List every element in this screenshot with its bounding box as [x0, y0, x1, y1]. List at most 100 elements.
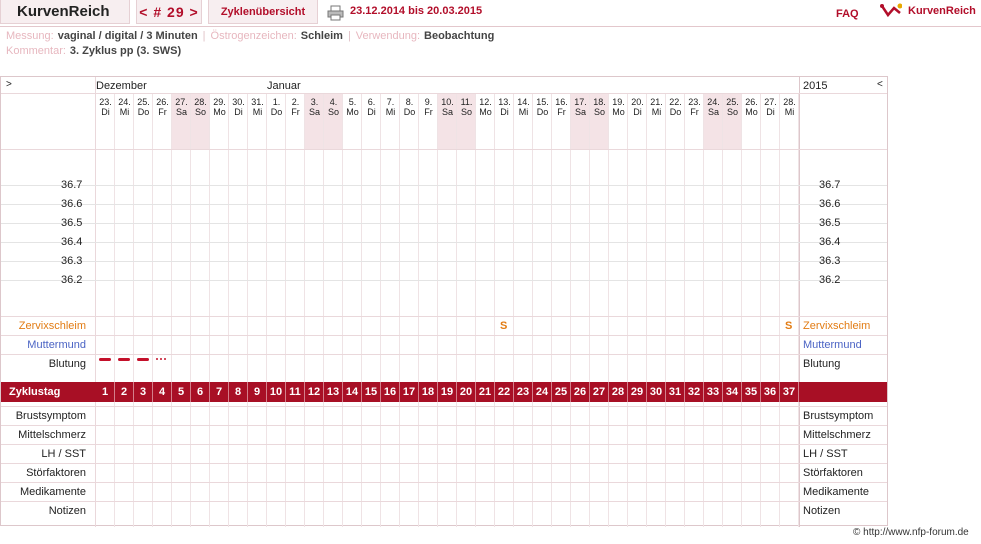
bleeding-mark[interactable]	[137, 358, 149, 361]
weekday: Mo	[479, 107, 492, 117]
tab-cycle-overview[interactable]: Zyklenübersicht	[208, 0, 318, 24]
day-number: 26.	[156, 97, 169, 107]
estrogen-label: Östrogenzeichen:	[210, 30, 297, 42]
weekday: Di	[234, 107, 243, 117]
day-label: 30. Di	[229, 97, 248, 117]
day-label: 7. Mi	[381, 97, 400, 117]
day-label: 27. Sa	[172, 97, 191, 117]
weekday: Mi	[385, 107, 396, 117]
mucus-mark[interactable]: S	[785, 320, 792, 332]
cycle-day-number: 11	[286, 382, 305, 402]
day-number: 3.	[310, 97, 319, 107]
extra-row-label-left: Störfaktoren	[26, 467, 86, 479]
day-label: 22. Do	[666, 97, 685, 117]
cycle-day-number: 15	[362, 382, 381, 402]
scroll-right-arrow[interactable]: <	[877, 79, 883, 90]
day-number: 20.	[631, 97, 644, 107]
cycle-day-number: 37	[780, 382, 799, 402]
day-label: 28. So	[191, 97, 210, 117]
cycle-day-number: 10	[267, 382, 286, 402]
cycle-day-number: 4	[153, 382, 172, 402]
weekday: Do	[669, 107, 682, 117]
day-number: 25.	[137, 97, 150, 107]
extra-row-label-left: Notizen	[48, 505, 86, 517]
day-label: 17. Sa	[571, 97, 590, 117]
weekday: Sa	[308, 107, 320, 117]
day-number: 7.	[386, 97, 395, 107]
temperature-gridline	[1, 223, 887, 224]
cycle-day-number: 24	[533, 382, 552, 402]
cycle-day-number: 13	[324, 382, 343, 402]
spotting-mark[interactable]	[160, 358, 162, 360]
mucus-mark[interactable]: S	[500, 320, 507, 332]
usage-label: Verwendung:	[355, 30, 421, 42]
divider	[1, 463, 887, 464]
day-label: 2. Fr	[286, 97, 305, 117]
weekday: Mo	[213, 107, 226, 117]
spotting-mark[interactable]	[164, 358, 166, 360]
temperature-gridline	[1, 185, 887, 186]
logo-text: KurvenReich	[908, 5, 976, 17]
separator: |	[347, 30, 351, 42]
weekday: Mi	[784, 107, 795, 117]
temperature-label-right: 36.6	[819, 198, 841, 210]
cycle-day-number: 35	[742, 382, 761, 402]
cycle-day-number: 26	[571, 382, 590, 402]
cycle-day-number: 34	[723, 382, 742, 402]
spotting-mark[interactable]	[156, 358, 158, 360]
weekday: Sa	[175, 107, 187, 117]
day-number: 28.	[194, 97, 207, 107]
extra-row-label-left: Medikamente	[19, 486, 86, 498]
temperature-label-right: 36.2	[819, 274, 841, 286]
weekday: Mi	[518, 107, 529, 117]
day-label: 16. Fr	[552, 97, 571, 117]
day-number: 6.	[367, 97, 376, 107]
cycle-navigation[interactable]: < # 29 >	[136, 0, 202, 24]
day-number: 26.	[745, 97, 758, 107]
scroll-left-arrow[interactable]: >	[6, 79, 12, 90]
day-label: 25. So	[723, 97, 742, 117]
day-number: 2.	[291, 97, 300, 107]
day-label: 26. Mo	[742, 97, 761, 117]
weekday: Do	[403, 107, 416, 117]
extra-row-label-right: Störfaktoren	[803, 467, 863, 479]
date-range: 23.12.2014 bis 20.03.2015	[350, 5, 483, 17]
cycle-day-number: 14	[343, 382, 362, 402]
day-number: 18.	[593, 97, 606, 107]
temperature-label-right: 36.5	[819, 217, 841, 229]
day-label: 23. Fr	[685, 97, 704, 117]
cycle-day-number: 19	[438, 382, 457, 402]
divider	[1, 93, 887, 94]
day-number: 1.	[272, 97, 281, 107]
printer-icon[interactable]	[327, 5, 344, 21]
day-label: 1. Do	[267, 97, 286, 117]
cycle-day-number: 36	[761, 382, 780, 402]
divider	[1, 444, 887, 445]
temperature-gridline	[1, 261, 887, 262]
day-label: 3. Sa	[305, 97, 324, 117]
weekday: So	[327, 107, 339, 117]
temperature-label-right: 36.3	[819, 255, 841, 267]
temperature-label-left: 36.7	[61, 179, 83, 191]
day-number: 15.	[536, 97, 549, 107]
day-label: 15. Do	[533, 97, 552, 117]
brand-title[interactable]: KurvenReich	[0, 0, 130, 24]
weekday: Mo	[745, 107, 758, 117]
cycle-day-number: 29	[628, 382, 647, 402]
cycle-day-number: 7	[210, 382, 229, 402]
cycle-day-number: 23	[514, 382, 533, 402]
bleeding-mark[interactable]	[118, 358, 130, 361]
faq-link[interactable]: FAQ	[836, 8, 859, 20]
usage-value: Beobachtung	[424, 30, 495, 42]
bleeding-mark[interactable]	[99, 358, 111, 361]
cycle-day-number: 8	[229, 382, 248, 402]
cycle-day-number: 9	[248, 382, 267, 402]
cycle-day-number: 12	[305, 382, 324, 402]
cycle-day-number: 1	[96, 382, 115, 402]
weekday: Mi	[651, 107, 662, 117]
day-number: 25.	[726, 97, 739, 107]
day-number: 29.	[213, 97, 226, 107]
day-number: 14.	[517, 97, 530, 107]
weekday: Di	[101, 107, 110, 117]
copyright: © http://www.nfp-forum.de	[853, 527, 969, 538]
